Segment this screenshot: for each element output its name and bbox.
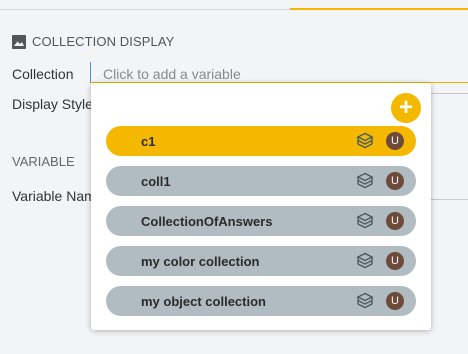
user-scope-badge: U — [386, 132, 404, 150]
database-icon — [356, 292, 374, 310]
section-header: COLLECTION DISPLAY — [12, 34, 174, 49]
variable-item-label: my color collection — [141, 253, 260, 269]
database-icon — [356, 252, 374, 270]
variable-item-c1[interactable]: c1 U — [106, 126, 416, 156]
variable-item-label: coll1 — [141, 173, 171, 189]
user-scope-badge: U — [386, 172, 404, 190]
variable-name-label: Variable Nam — [12, 188, 96, 204]
collection-placeholder: Click to add a variable — [103, 66, 241, 82]
database-icon — [356, 212, 374, 230]
variable-item-label: c1 — [141, 133, 156, 149]
active-tab-indicator — [290, 8, 468, 10]
user-scope-badge: U — [386, 292, 404, 310]
user-scope-badge: U — [386, 212, 404, 230]
variable-item-collectionofanswers[interactable]: CollectionOfAnswers U — [106, 206, 416, 236]
display-style-field[interactable] — [430, 93, 468, 94]
image-icon — [12, 34, 26, 49]
add-variable-button[interactable]: + — [391, 93, 421, 123]
display-style-label: Display Style — [12, 96, 93, 112]
collection-label: Collection — [12, 66, 74, 82]
database-icon — [356, 132, 374, 150]
variable-item-label: CollectionOfAnswers — [141, 213, 273, 229]
variable-item-my-color-collection[interactable]: my color collection U — [106, 246, 416, 276]
variable-item-coll1[interactable]: coll1 U — [106, 166, 416, 196]
variable-heading: VARIABLE — [12, 154, 75, 169]
section-title: COLLECTION DISPLAY — [32, 34, 175, 49]
variable-item-label: my object collection — [141, 293, 266, 309]
variable-dropdown: + c1 U coll1 U CollectionOfAnswers U my … — [91, 83, 431, 330]
user-scope-badge: U — [386, 252, 404, 270]
variable-item-my-object-collection[interactable]: my object collection U — [106, 286, 416, 316]
top-divider — [0, 9, 290, 10]
collection-input[interactable]: Click to add a variable — [90, 62, 468, 83]
database-icon — [356, 172, 374, 190]
variable-name-field[interactable] — [430, 199, 468, 200]
